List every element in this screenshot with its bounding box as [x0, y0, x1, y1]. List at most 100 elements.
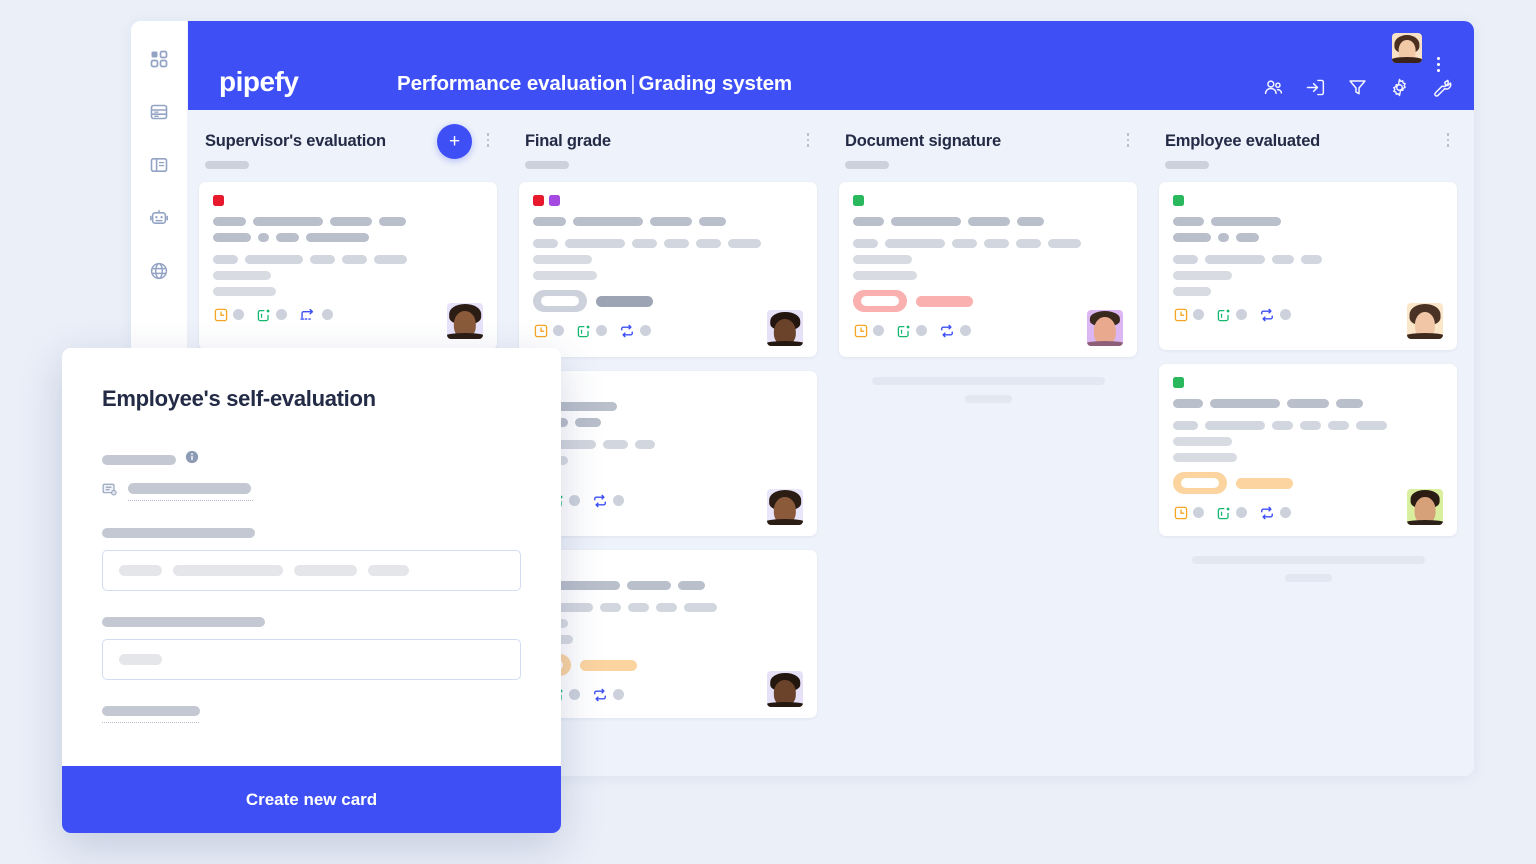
card[interactable] — [517, 550, 817, 718]
card-meta-line — [853, 255, 1123, 264]
form-field-select[interactable] — [102, 706, 521, 723]
card[interactable] — [519, 371, 817, 536]
page-title-left: Performance evaluation — [397, 72, 628, 95]
avatar[interactable] — [1392, 33, 1422, 63]
column-more-options-button[interactable] — [481, 131, 495, 149]
card-label-chip — [549, 195, 560, 206]
filter-icon[interactable] — [1346, 76, 1368, 98]
kebab-dot — [1446, 133, 1450, 136]
card-assignee-avatar[interactable] — [767, 489, 803, 525]
column-more-options-button[interactable] — [1441, 131, 1455, 149]
card-meta-line — [1173, 287, 1443, 296]
sync-blue-icon[interactable] — [939, 323, 955, 338]
kebab-dot — [806, 144, 810, 147]
card[interactable] — [1159, 364, 1457, 536]
connected-card-icon — [102, 482, 118, 502]
card-label-chip — [853, 195, 864, 206]
input-value-placeholder — [119, 654, 162, 665]
card-footer-dot — [1193, 507, 1204, 518]
sidebar-item-layout[interactable] — [145, 151, 173, 179]
kebab-dot — [1446, 144, 1450, 147]
layout-panel-icon — [149, 155, 169, 175]
sync-blue-icon[interactable] — [1259, 505, 1275, 520]
sidebar-item-automation[interactable] — [145, 204, 173, 232]
clock-orange-icon[interactable] — [1173, 505, 1188, 520]
card-meta-line — [853, 271, 1123, 280]
field-underline — [102, 722, 199, 723]
column-more-options-button[interactable] — [1121, 131, 1135, 149]
calendar-green-icon[interactable] — [256, 307, 271, 322]
input-value-placeholder — [294, 565, 357, 576]
card[interactable] — [1159, 182, 1457, 350]
wrench-icon[interactable] — [1430, 76, 1452, 98]
sync-blue-icon[interactable] — [592, 687, 608, 702]
text-input-2[interactable] — [102, 639, 521, 680]
kebab-dot — [1446, 138, 1450, 142]
sidebar-item-database[interactable] — [145, 98, 173, 126]
card-footer-dot — [569, 495, 580, 506]
kebab-dot — [806, 138, 810, 142]
card-title-line — [213, 233, 483, 242]
card-meta-line — [533, 255, 803, 264]
card-meta-line — [853, 239, 1123, 248]
info-icon[interactable] — [185, 450, 199, 469]
flow-blue-icon[interactable] — [299, 307, 317, 322]
field-value-row[interactable] — [102, 482, 521, 502]
avatar-image — [1407, 303, 1443, 339]
field-label-row — [102, 528, 521, 538]
calendar-green-icon[interactable] — [896, 323, 911, 338]
globe-icon — [149, 261, 169, 281]
avatar-image — [1392, 33, 1422, 63]
card-assignee-avatar[interactable] — [767, 310, 803, 346]
clock-orange-icon[interactable] — [1173, 307, 1188, 322]
board-column-employee-evaluated: Employee evaluated — [1148, 110, 1468, 776]
card-footer-dot — [596, 325, 607, 336]
sync-blue-icon[interactable] — [1259, 307, 1275, 322]
kebab-dot — [1126, 144, 1130, 147]
archive-inbox-icon[interactable] — [1304, 76, 1326, 98]
text-input-1[interactable] — [102, 550, 521, 591]
header-toolbar — [1262, 76, 1452, 98]
card[interactable] — [519, 182, 817, 357]
sidebar-item-portal[interactable] — [145, 257, 173, 285]
card[interactable] — [839, 182, 1137, 357]
members-icon[interactable] — [1262, 76, 1284, 98]
card-meta-line — [533, 271, 803, 280]
clock-orange-icon[interactable] — [533, 323, 548, 338]
clock-orange-icon[interactable] — [213, 307, 228, 322]
card-title-line — [533, 217, 803, 226]
card-footer-dot — [613, 495, 624, 506]
card-meta-line — [533, 440, 803, 449]
calendar-green-icon[interactable] — [1216, 307, 1231, 322]
input-value-placeholder — [119, 565, 162, 576]
calendar-green-icon[interactable] — [576, 323, 591, 338]
card-labels — [853, 195, 1123, 206]
card-assignee-avatar[interactable] — [1407, 489, 1443, 525]
card-assignee-avatar[interactable] — [767, 671, 803, 707]
kebab-dot — [1126, 138, 1130, 142]
pipefy-logo: pipefy — [219, 66, 299, 97]
create-new-card-button[interactable]: Create new card — [62, 766, 561, 833]
card-assignee-avatar[interactable] — [447, 303, 483, 339]
card[interactable] — [199, 182, 497, 350]
card-footer-dot — [1236, 507, 1247, 518]
sync-blue-icon[interactable] — [619, 323, 635, 338]
add-card-button[interactable]: + — [437, 124, 472, 159]
card-footer-dot — [873, 325, 884, 336]
column-more-options-button[interactable] — [801, 131, 815, 149]
header-more-options-button[interactable] — [1430, 55, 1446, 73]
clock-orange-icon[interactable] — [853, 323, 868, 338]
modal-title: Employee's self-evaluation — [102, 386, 376, 411]
sync-blue-icon[interactable] — [592, 493, 608, 508]
column-header: Document signature — [839, 110, 1137, 182]
card-assignee-avatar[interactable] — [1087, 310, 1123, 346]
card-assignee-avatar[interactable] — [1407, 303, 1443, 339]
card-status-pill-row — [1173, 472, 1443, 494]
sidebar-item-apps[interactable] — [145, 45, 173, 73]
card-status-pill — [533, 290, 587, 312]
settings-gear-icon[interactable] — [1388, 76, 1410, 98]
card-footer-icons — [533, 493, 803, 508]
card-meta-line — [533, 472, 803, 481]
field-label-placeholder — [102, 454, 176, 465]
calendar-green-icon[interactable] — [1216, 505, 1231, 520]
